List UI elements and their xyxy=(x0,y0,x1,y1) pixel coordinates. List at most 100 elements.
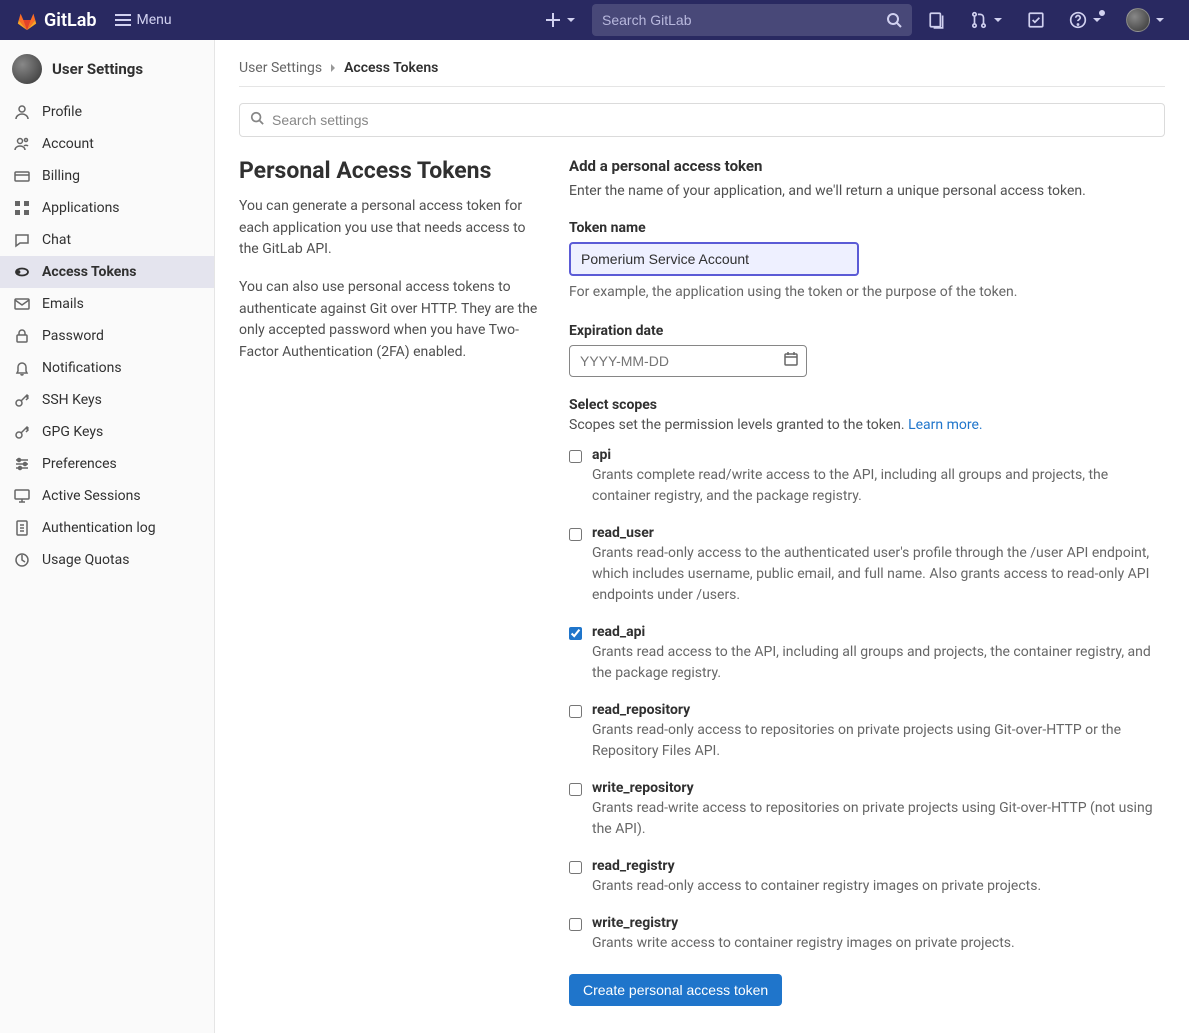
global-search-input[interactable] xyxy=(602,12,886,28)
scope-checkbox-read_user[interactable] xyxy=(569,528,582,541)
scope-desc: Grants read-only access to container reg… xyxy=(592,876,1165,897)
hamburger-icon xyxy=(115,12,131,28)
sidebar-item-account[interactable]: Account xyxy=(0,128,214,160)
sidebar-item-applications[interactable]: Applications xyxy=(0,192,214,224)
sidebar-item-label: Usage Quotas xyxy=(42,552,129,568)
todos-button[interactable] xyxy=(1019,5,1053,35)
lock-icon xyxy=(14,328,30,344)
scope-checkbox-write_registry[interactable] xyxy=(569,918,582,931)
settings-search-input[interactable] xyxy=(272,112,1154,128)
scope-item-read_user: read_user Grants read-only access to the … xyxy=(569,525,1165,606)
sidebar-item-ssh-keys[interactable]: SSH Keys xyxy=(0,384,214,416)
todo-icon xyxy=(1027,11,1045,29)
sidebar-item-label: GPG Keys xyxy=(42,424,103,440)
sidebar-item-preferences[interactable]: Preferences xyxy=(0,448,214,480)
chevron-down-icon xyxy=(566,15,576,25)
scope-desc: Grants read-only access to the authentic… xyxy=(592,543,1165,606)
sidebar-item-label: Preferences xyxy=(42,456,117,472)
breadcrumb: User Settings Access Tokens xyxy=(239,56,1165,86)
sidebar-item-usage-quotas[interactable]: Usage Quotas xyxy=(0,544,214,576)
settings-search[interactable] xyxy=(239,103,1165,137)
scope-checkbox-write_repository[interactable] xyxy=(569,783,582,796)
scope-item-read_api: read_api Grants read access to the API, i… xyxy=(569,624,1165,684)
sidebar-item-label: Password xyxy=(42,328,104,344)
token-name-help: For example, the application using the t… xyxy=(569,282,1165,303)
scope-desc: Grants read-only access to repositories … xyxy=(592,720,1165,762)
menu-label: Menu xyxy=(137,12,172,28)
sidebar-item-chat[interactable]: Chat xyxy=(0,224,214,256)
create-token-button[interactable]: Create personal access token xyxy=(569,974,782,1006)
calendar-icon[interactable] xyxy=(783,351,799,371)
sidebar-item-billing[interactable]: Billing xyxy=(0,160,214,192)
brand[interactable]: GitLab xyxy=(16,9,97,31)
token-icon xyxy=(14,264,30,280)
scope-desc: Grants complete read/write access to the… xyxy=(592,465,1165,507)
scope-name: read_user xyxy=(592,525,1165,541)
main-content: User Settings Access Tokens Personal Acc… xyxy=(215,40,1189,1033)
scope-name: write_repository xyxy=(592,780,1165,796)
scope-desc: Grants write access to container registr… xyxy=(592,933,1165,954)
monitor-icon xyxy=(14,488,30,504)
sidebar-item-label: Applications xyxy=(42,200,120,216)
breadcrumb-current: Access Tokens xyxy=(344,60,438,76)
avatar xyxy=(12,54,42,84)
user-menu[interactable] xyxy=(1118,2,1173,38)
scope-name: read_api xyxy=(592,624,1165,640)
issues-button[interactable] xyxy=(920,5,954,35)
search-icon xyxy=(250,111,264,129)
log-icon xyxy=(14,520,30,536)
sidebar-item-notifications[interactable]: Notifications xyxy=(0,352,214,384)
global-search[interactable] xyxy=(592,4,912,36)
scope-name: read_registry xyxy=(592,858,1165,874)
merge-request-icon xyxy=(970,11,988,29)
expiration-input[interactable] xyxy=(569,345,807,377)
sidebar-item-label: Profile xyxy=(42,104,82,120)
sidebar-item-label: Access Tokens xyxy=(42,264,136,280)
scopes-sub: Scopes set the permission levels granted… xyxy=(569,417,1165,433)
sidebar-item-emails[interactable]: Emails xyxy=(0,288,214,320)
intro-para-2: You can also use personal access tokens … xyxy=(239,277,539,364)
brand-text: GitLab xyxy=(44,10,97,31)
scope-checkbox-api[interactable] xyxy=(569,450,582,463)
sidebar-item-label: Notifications xyxy=(42,360,122,376)
learn-more-link[interactable]: Learn more. xyxy=(908,417,983,433)
chevron-down-icon xyxy=(993,15,1003,25)
new-dropdown[interactable] xyxy=(537,6,584,34)
menu-button[interactable]: Menu xyxy=(105,8,182,32)
scope-checkbox-read_repository[interactable] xyxy=(569,705,582,718)
quota-icon xyxy=(14,552,30,568)
divider xyxy=(239,86,1165,87)
breadcrumb-parent[interactable]: User Settings xyxy=(239,60,322,76)
sidebar-item-password[interactable]: Password xyxy=(0,320,214,352)
token-name-input[interactable] xyxy=(569,242,859,276)
chat-icon xyxy=(14,232,30,248)
scope-item-api: apiGrants complete read/write access to … xyxy=(569,447,1165,507)
sidebar: User Settings Profile Account Billing Ap… xyxy=(0,40,215,1033)
help-icon xyxy=(1069,11,1087,29)
key-icon xyxy=(14,392,30,408)
scope-desc: Grants read access to the API, including… xyxy=(592,642,1165,684)
scope-item-write_registry: write_registry Grants write access to con… xyxy=(569,915,1165,954)
help-dropdown[interactable] xyxy=(1061,5,1110,35)
sidebar-item-authentication-log[interactable]: Authentication log xyxy=(0,512,214,544)
sidebar-item-label: Authentication log xyxy=(42,520,156,536)
sidebar-header[interactable]: User Settings xyxy=(0,48,214,96)
expiration-label: Expiration date xyxy=(569,323,1165,339)
scope-checkbox-read_registry[interactable] xyxy=(569,861,582,874)
merge-requests-dropdown[interactable] xyxy=(962,5,1011,35)
scope-item-write_repository: write_repository Grants read-write access… xyxy=(569,780,1165,840)
issues-icon xyxy=(928,11,946,29)
scope-name: write_registry xyxy=(592,915,1165,931)
scope-item-read_repository: read_repositoryGrants read-only access t… xyxy=(569,702,1165,762)
chevron-right-icon xyxy=(328,63,338,73)
scope-desc: Grants read-write access to repositories… xyxy=(592,798,1165,840)
sidebar-title: User Settings xyxy=(52,60,143,78)
sidebar-item-gpg-keys[interactable]: GPG Keys xyxy=(0,416,214,448)
top-navbar: GitLab Menu xyxy=(0,0,1189,40)
sidebar-item-profile[interactable]: Profile xyxy=(0,96,214,128)
sidebar-item-label: Active Sessions xyxy=(42,488,141,504)
sidebar-item-label: Billing xyxy=(42,168,80,184)
scope-checkbox-read_api[interactable] xyxy=(569,627,582,640)
sidebar-item-active-sessions[interactable]: Active Sessions xyxy=(0,480,214,512)
sidebar-item-access-tokens[interactable]: Access Tokens xyxy=(0,256,214,288)
